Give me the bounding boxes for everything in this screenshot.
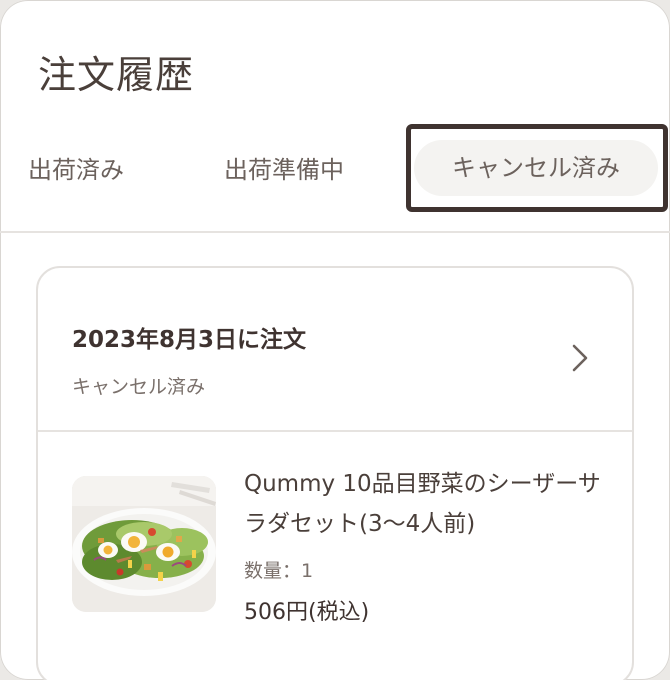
tab-shipped[interactable]: 出荷済み bbox=[28, 142, 124, 198]
tab-preparing[interactable]: 出荷準備中 bbox=[224, 142, 344, 198]
card-divider bbox=[38, 430, 632, 432]
order-status-tabs: 出荷済み 出荷準備中 キャンセル済み bbox=[0, 124, 670, 232]
order-history-screen: 注文履歴 出荷済み 出荷準備中 キャンセル済み 2023年8月3日に注文 キャン… bbox=[0, 0, 670, 680]
product-price: 506円(税込) bbox=[244, 600, 370, 625]
salad-photo bbox=[72, 476, 216, 612]
product-quantity: 数量：1 bbox=[244, 560, 314, 582]
product-image[interactable] bbox=[72, 476, 216, 612]
tab-cancelled[interactable]: キャンセル済み bbox=[414, 140, 658, 196]
chevron-right-icon[interactable] bbox=[566, 340, 594, 376]
order-card[interactable]: 2023年8月3日に注文 キャンセル済み Qummy 10品目野菜のシーザーサラ… bbox=[36, 266, 634, 680]
tab-divider bbox=[0, 231, 670, 233]
page-title: 注文履歴 bbox=[38, 53, 195, 97]
order-date: 2023年8月3日に注文 bbox=[72, 327, 307, 353]
order-status: キャンセル済み bbox=[72, 376, 206, 398]
product-name[interactable]: Qummy 10品目野菜のシーザーサラダセット(3〜4人前) bbox=[244, 464, 604, 544]
